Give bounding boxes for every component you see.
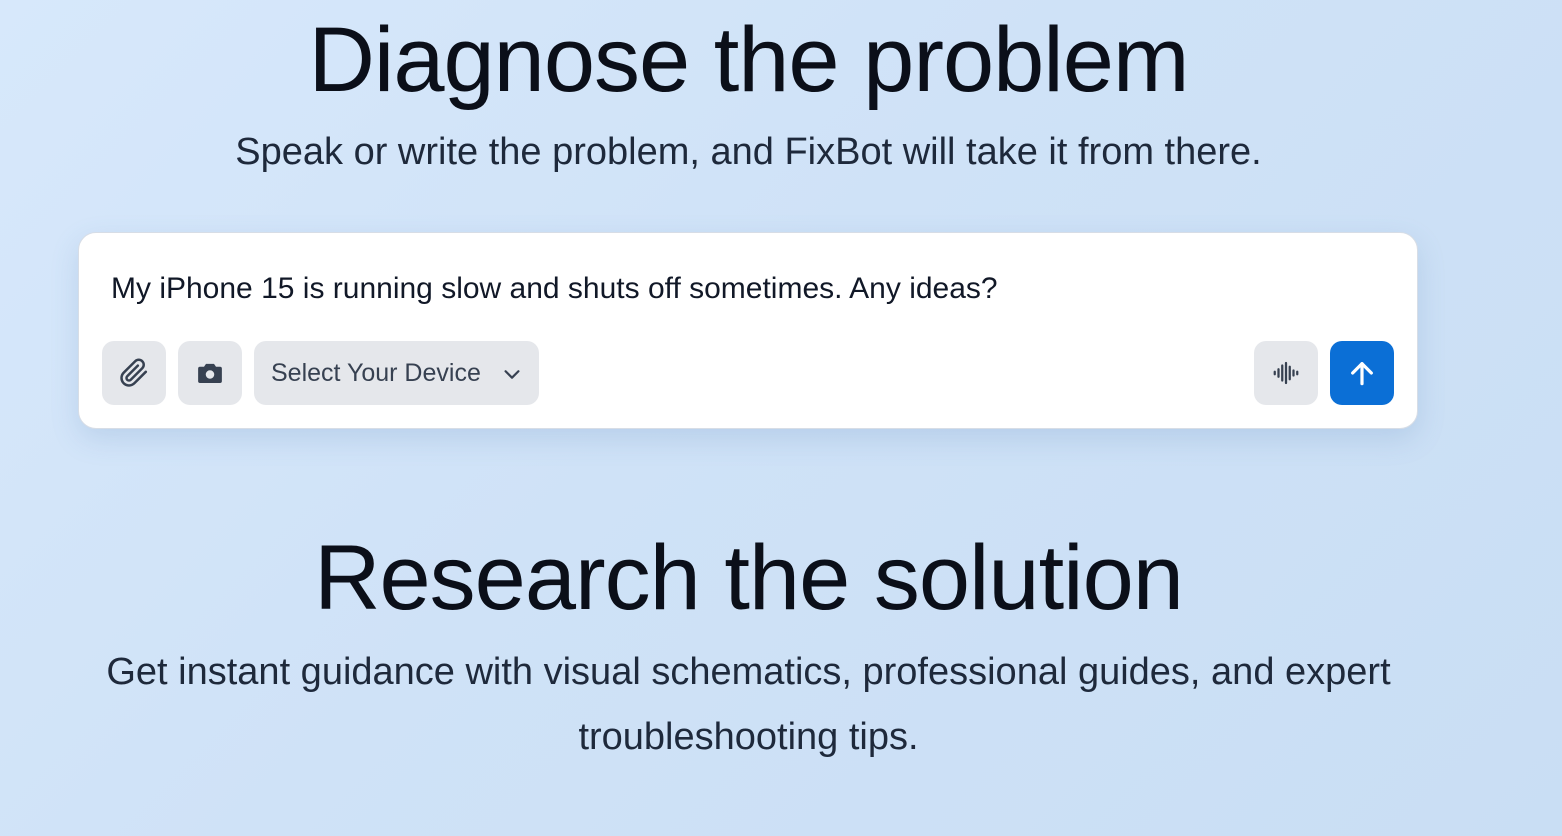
- arrow-up-icon: [1346, 357, 1378, 389]
- attach-button[interactable]: [102, 341, 166, 405]
- voice-input-button[interactable]: [1254, 341, 1318, 405]
- camera-button[interactable]: [178, 341, 242, 405]
- device-select-label: Select Your Device: [271, 358, 481, 387]
- camera-icon: [195, 358, 225, 388]
- chat-composer: Select Your Device: [78, 232, 1418, 429]
- paperclip-icon: [119, 358, 149, 388]
- device-select-dropdown[interactable]: Select Your Device: [254, 341, 539, 405]
- diagnose-subtitle: Speak or write the problem, and FixBot w…: [235, 131, 1262, 173]
- send-button[interactable]: [1330, 341, 1394, 405]
- problem-input[interactable]: [111, 269, 1381, 309]
- diagnose-title: Diagnose the problem: [308, 9, 1189, 111]
- chevron-down-icon: [501, 363, 523, 385]
- research-subtitle: Get instant guidance with visual schemat…: [106, 651, 1391, 758]
- research-title: Research the solution: [314, 527, 1184, 629]
- audio-waveform-icon: [1271, 358, 1301, 388]
